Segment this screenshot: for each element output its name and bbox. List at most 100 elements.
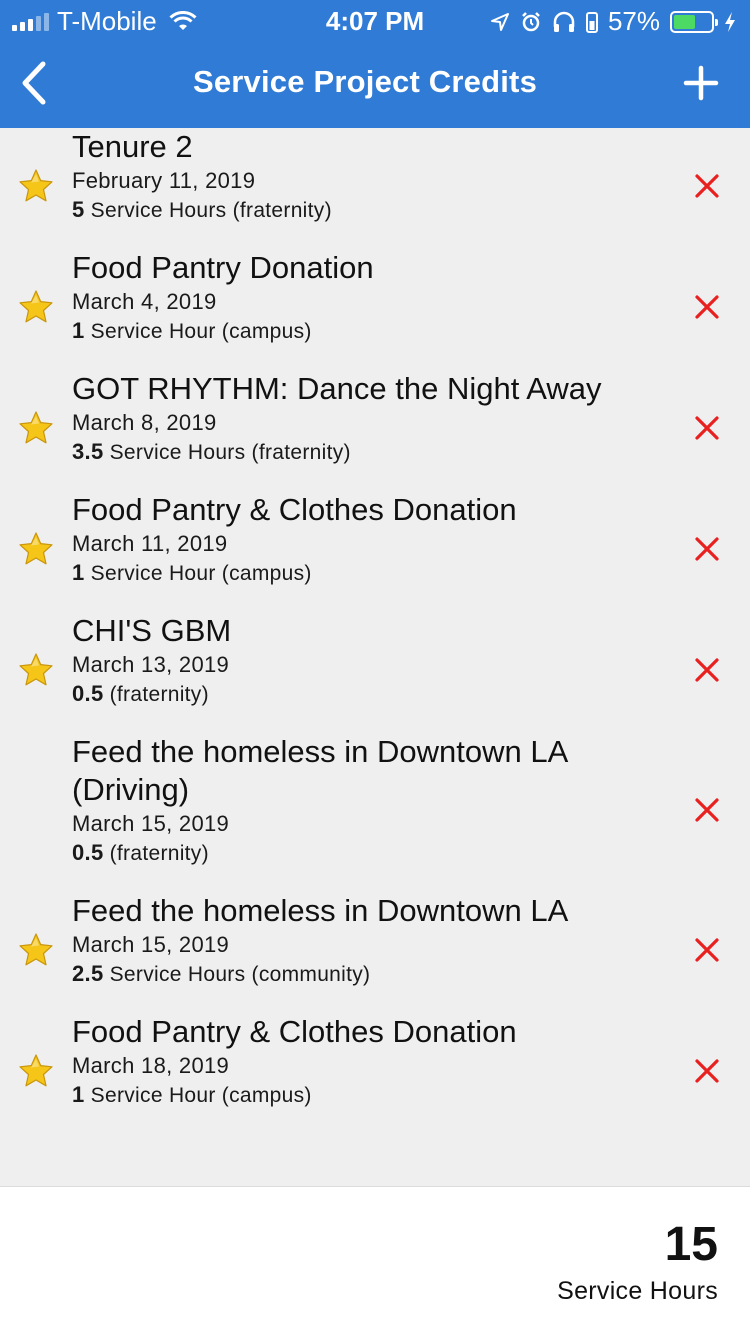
credit-info: Food Pantry & Clothes Donation March 18, …: [72, 1013, 652, 1110]
credit-info: CHI'S GBM March 13, 2019 0.5 (fraternity): [72, 612, 652, 709]
charging-icon: [725, 11, 735, 32]
star-icon: [18, 932, 54, 968]
credit-date: March 15, 2019: [72, 932, 230, 957]
credit-hours-amount: 2.5: [72, 961, 104, 986]
credits-list: Tenure 2 February 11, 2019 5 Service Hours…: [0, 128, 750, 1134]
credit-row[interactable]: Feed the homeless in Downtown LA March 15…: [0, 892, 750, 1013]
credit-info: Feed the homeless in Downtown LA March 15…: [72, 892, 652, 989]
credit-category: (fraternity): [109, 683, 209, 706]
credit-hours-unit: Service Hour: [84, 562, 222, 585]
battery-percent: 57%: [607, 6, 660, 36]
credit-date: March 4, 2019: [72, 289, 217, 314]
credit-hours-amount: 1: [72, 560, 85, 585]
close-icon: [692, 174, 722, 205]
star-icon: [18, 168, 54, 204]
close-icon: [692, 537, 722, 568]
delete-button[interactable]: [692, 655, 722, 685]
credit-row[interactable]: GOT RHYTHM: Dance the Night Away March 8,…: [0, 370, 750, 491]
delete-button[interactable]: [692, 413, 722, 443]
credit-hours-unit: Service Hours: [103, 963, 252, 986]
credit-title: GOT RHYTHM: Dance the Night Away: [72, 371, 602, 406]
credit-hours-amount: 1: [72, 318, 85, 343]
credit-info: Food Pantry Donation March 4, 2019 1 Servi…: [72, 249, 652, 346]
credit-row[interactable]: Food Pantry Donation March 4, 2019 1 Servi…: [0, 249, 750, 370]
credit-title: Food Pantry & Clothes Donation: [72, 1014, 517, 1049]
credit-info: Tenure 2 February 11, 2019 5 Service Hours…: [72, 128, 652, 225]
credit-category: (fraternity): [251, 441, 351, 464]
credit-hours: 0.5 (fraternity): [72, 838, 652, 868]
credit-hours-amount: 5: [72, 197, 85, 222]
star-icon: [18, 289, 54, 325]
location-icon: [490, 12, 509, 31]
delete-button[interactable]: [692, 171, 722, 201]
credit-row[interactable]: CHI'S GBM March 13, 2019 0.5 (fraternity): [0, 612, 750, 733]
star-icon: [18, 652, 54, 688]
credit-title: Tenure 2: [72, 129, 193, 164]
navigation-bar: Service Project Credits: [0, 40, 750, 128]
alarm-icon: [522, 11, 540, 31]
credit-row[interactable]: Tenure 2 February 11, 2019 5 Service Hours…: [0, 128, 750, 249]
credit-hours-amount: 0.5: [72, 681, 104, 706]
credit-date: March 13, 2019: [72, 652, 230, 677]
credit-hours: 5 Service Hours (fraternity): [72, 195, 652, 225]
credit-hours-unit: Service Hours: [103, 441, 252, 464]
delete-button[interactable]: [692, 795, 722, 825]
credit-category: (fraternity): [232, 199, 332, 222]
credit-category: (community): [251, 963, 371, 986]
status-bar: T-Mobile 4:07 PM 57%: [0, 0, 750, 40]
credit-date: February 11, 2019: [72, 168, 256, 193]
credit-category: (campus): [221, 1084, 312, 1107]
delete-button[interactable]: [692, 935, 722, 965]
total-hours-value: 15: [664, 1218, 718, 1271]
close-icon: [692, 658, 722, 689]
credit-title: Food Pantry Donation: [72, 250, 374, 285]
star-icon: [18, 410, 54, 446]
battery-icon: [670, 10, 718, 33]
credit-hours-amount: 3.5: [72, 439, 104, 464]
credit-date: March 11, 2019: [72, 531, 228, 556]
headphones-icon: [553, 11, 575, 32]
credit-date: March 8, 2019: [72, 410, 217, 435]
delete-button[interactable]: [692, 1056, 722, 1086]
credit-hours-amount: 0.5: [72, 840, 104, 865]
credit-hours: 3.5 Service Hours (fraternity): [72, 437, 652, 467]
credit-date: March 15, 2019: [72, 811, 230, 836]
credit-title: CHI'S GBM: [72, 613, 232, 648]
credit-hours-unit: Service Hour: [84, 1084, 222, 1107]
close-icon: [692, 295, 722, 326]
credit-hours-unit: Service Hours: [84, 199, 233, 222]
credit-row[interactable]: Feed the homeless in Downtown LA (Drivin…: [0, 733, 750, 892]
star-icon: [18, 1053, 54, 1089]
page-title: Service Project Credits: [192, 64, 538, 99]
close-icon: [692, 416, 722, 447]
credit-info: GOT RHYTHM: Dance the Night Away March 8,…: [72, 370, 652, 467]
total-hours-label: Service Hours: [557, 1277, 718, 1305]
credit-hours: 1 Service Hour (campus): [72, 316, 652, 346]
top-bar: T-Mobile 4:07 PM 57% Service Project Cre…: [0, 0, 750, 128]
credit-row[interactable]: Food Pantry & Clothes Donation March 11, …: [0, 491, 750, 612]
credit-category: (campus): [221, 562, 312, 585]
star-icon: [18, 531, 54, 567]
credit-title: Feed the homeless in Downtown LA: [72, 893, 569, 928]
credit-hours-amount: 1: [72, 1082, 85, 1107]
credit-hours: 0.5 (fraternity): [72, 679, 652, 709]
delete-button[interactable]: [692, 534, 722, 564]
credit-category: (fraternity): [109, 842, 209, 865]
delete-button[interactable]: [692, 292, 722, 322]
credit-hours: 1 Service Hour (campus): [72, 558, 652, 588]
phone-battery-icon: [585, 11, 598, 33]
credit-title: Feed the homeless in Downtown LA (Drivin…: [72, 734, 567, 807]
credit-row[interactable]: Food Pantry & Clothes Donation March 18, …: [0, 1013, 750, 1134]
credit-category: (campus): [221, 320, 312, 343]
credit-info: Feed the homeless in Downtown LA (Drivin…: [72, 733, 652, 868]
credit-hours-unit: Service Hour: [84, 320, 222, 343]
close-icon: [692, 1059, 722, 1090]
credit-hours: 2.5 Service Hours (community): [72, 959, 652, 989]
plus-icon: [683, 65, 719, 101]
close-icon: [692, 938, 722, 969]
totals-footer: 15 Service Hours: [0, 1186, 750, 1334]
credit-hours: 1 Service Hour (campus): [72, 1080, 652, 1110]
add-credit-button[interactable]: [676, 58, 726, 108]
credit-date: March 18, 2019: [72, 1053, 230, 1078]
credit-title: Food Pantry & Clothes Donation: [72, 492, 517, 527]
